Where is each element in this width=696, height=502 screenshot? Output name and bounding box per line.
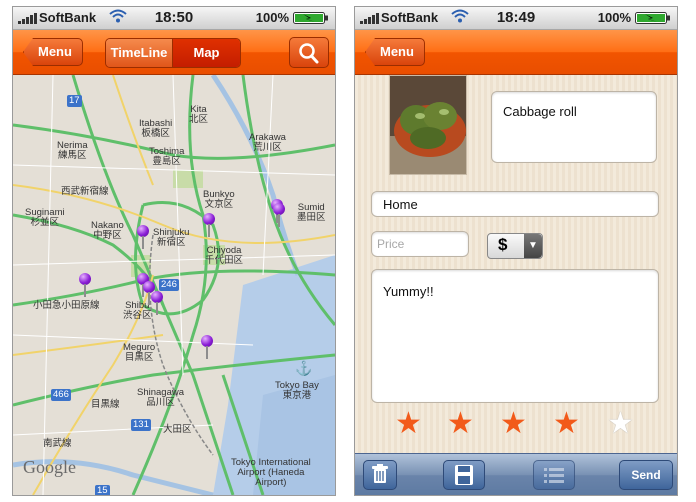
detail-screen: SoftBank 18:49 100% Menu Cabbage roll Ho… [354, 6, 678, 496]
map-label-shinjuku: Shinjuku 新宿区 [153, 227, 190, 248]
search-button[interactable] [289, 37, 329, 68]
trash-icon [372, 464, 388, 483]
map-label-nishi-shinjuku-line: 西武新宿線 [61, 186, 109, 197]
route-17-shield: 17 [67, 95, 82, 107]
save-button[interactable] [443, 460, 485, 490]
segment-timeline[interactable]: TimeLine [106, 39, 173, 67]
comment-text: Yummy!! [383, 284, 434, 299]
star-filled-icon[interactable]: ★ [447, 409, 474, 439]
map-pin[interactable] [151, 291, 163, 315]
detail-navbar: Menu [355, 30, 677, 75]
map-screen: SoftBank 18:50 100% Menu TimeLine Map Ki… [12, 6, 336, 496]
map-label-sumida: Sumid 墨田区 [297, 202, 326, 223]
map-label-nambu-line: 南武線 [43, 438, 72, 449]
view-segmented-control: TimeLine Map [105, 38, 241, 68]
route-466-shield: 466 [51, 389, 71, 401]
currency-select[interactable]: $ ▼ [487, 233, 543, 259]
battery-charging-icon [635, 12, 671, 27]
chevron-down-icon: ▼ [524, 234, 542, 258]
food-photo-image [390, 76, 466, 174]
segment-map[interactable]: Map [173, 39, 240, 67]
map-pin[interactable] [203, 213, 215, 237]
floppy-disk-icon [455, 465, 473, 485]
star-filled-icon[interactable]: ★ [395, 409, 422, 439]
map-label-nerima: Nerima 練馬区 [57, 140, 88, 161]
menu-back-button[interactable]: Menu [23, 38, 83, 66]
star-filled-icon[interactable]: ★ [553, 409, 580, 439]
bottom-toolbar: Send [355, 453, 677, 495]
battery-percentage: 100% [255, 10, 289, 25]
map-label-meguro: Meguro 目黒区 [123, 342, 156, 363]
map-pin[interactable] [137, 225, 149, 249]
map-label-shinagawa: Shinagawa 品川区 [137, 387, 185, 408]
map-label-bunkyo: Bunkyo 文京区 [203, 189, 235, 210]
map-label-toshima: Toshima 豊島区 [149, 146, 185, 167]
comment-field[interactable]: Yummy!! [371, 269, 659, 403]
map-pin[interactable] [79, 273, 91, 297]
google-attribution: Google [23, 457, 76, 477]
map-pin[interactable] [273, 203, 285, 227]
currency-value: $ [498, 235, 508, 254]
place-text: Home [383, 197, 418, 212]
route-15-shield: 15 [95, 485, 110, 495]
map-label-tokyo-bay: Tokyo Bay 東京港 [275, 380, 319, 401]
map-label-haneda-airport: Tokyo International Airport (Haneda Airp… [231, 457, 311, 488]
map-pin[interactable] [201, 335, 213, 359]
map-label-arakawa: Arakawa 荒川区 [249, 132, 286, 153]
route-131-shield: 131 [131, 419, 151, 431]
map-view[interactable]: Kita 北区 Itabashi 板橋区 Arakawa 荒川区 Nerima … [13, 75, 335, 495]
dish-name-field[interactable]: Cabbage roll [491, 91, 657, 163]
map-label-meguro-line: 目黒線 [91, 399, 120, 410]
map-navbar: Menu TimeLine Map [13, 30, 335, 75]
route-246-shield: 246 [159, 279, 179, 291]
anchor-icon: ⚓ [295, 360, 313, 376]
food-photo[interactable] [389, 75, 467, 175]
map-label-chiyoda: Chiyoda 千代田区 [205, 245, 244, 266]
map-label-itabashi: Itabashi 板橋区 [139, 118, 173, 139]
status-bar: SoftBank 18:50 100% [13, 7, 335, 30]
menu-back-button[interactable]: Menu [365, 38, 425, 66]
map-label-ota: 大田区 [163, 424, 192, 435]
map-label-kita: Kita 北区 [189, 104, 209, 125]
search-icon [299, 43, 319, 64]
place-field[interactable]: Home [371, 191, 659, 217]
star-filled-icon[interactable]: ★ [500, 409, 527, 439]
star-empty-icon[interactable]: ★ [607, 409, 634, 439]
battery-percentage: 100% [597, 10, 631, 25]
map-label-suginami: Suginami 杉並区 [25, 207, 65, 228]
delete-button[interactable] [363, 460, 397, 490]
send-button[interactable]: Send [619, 460, 673, 490]
map-label-odakyu-line: 小田急小田原線 [33, 300, 100, 311]
map-label-nakano: Nakano 中野区 [91, 220, 124, 241]
battery-charging-icon [293, 12, 329, 27]
list-button[interactable] [533, 460, 575, 490]
dish-name-text: Cabbage roll [503, 104, 577, 119]
price-placeholder: Price [377, 237, 405, 251]
status-bar: SoftBank 18:49 100% [355, 7, 677, 30]
price-input[interactable]: Price [371, 231, 469, 257]
list-icon [544, 468, 564, 483]
